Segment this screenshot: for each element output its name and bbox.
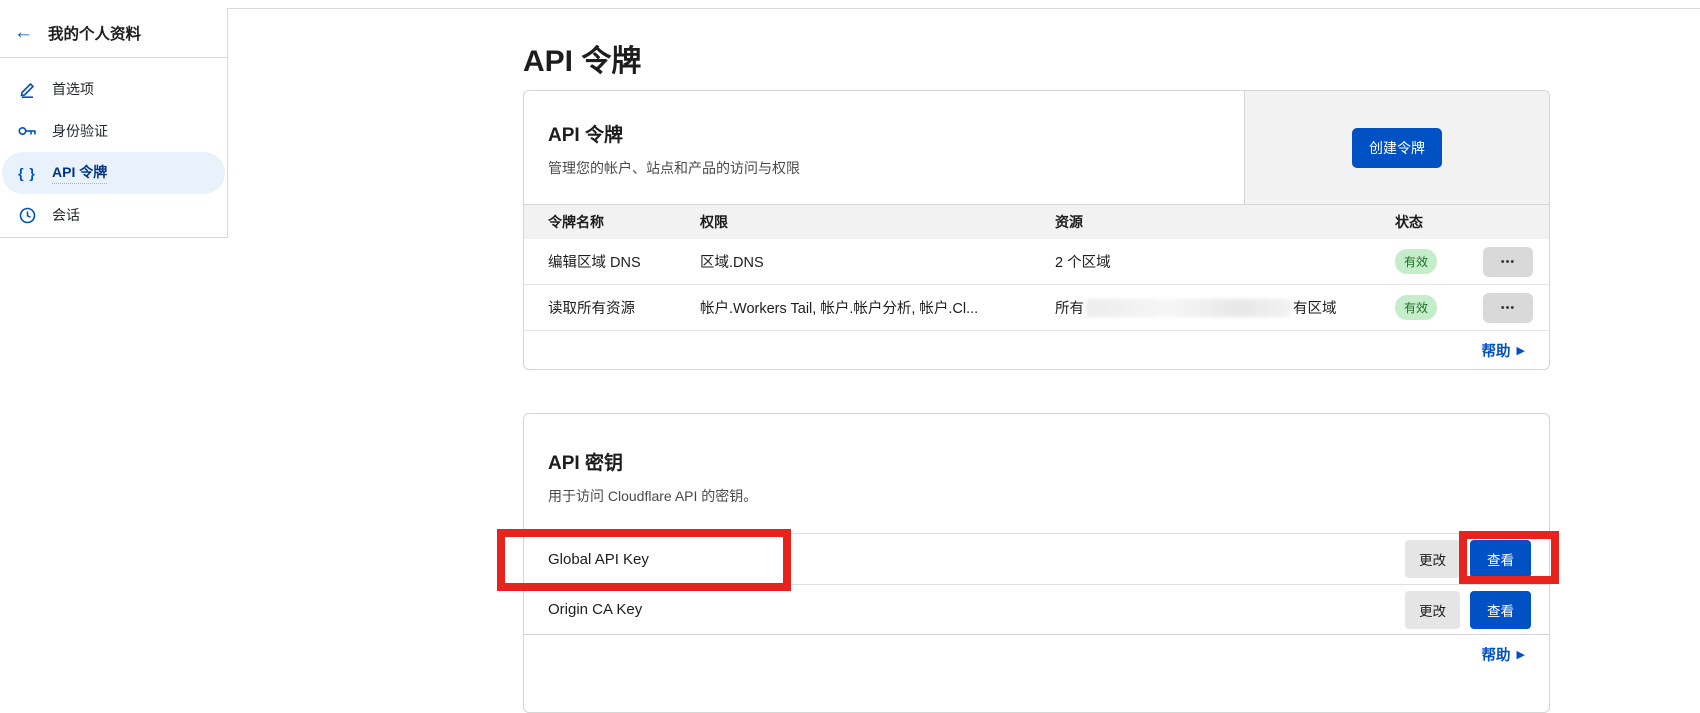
- help-link-label: 帮助: [1482, 644, 1511, 665]
- resources-suffix: 有区域: [1293, 301, 1337, 317]
- column-header-permissions: 权限: [700, 212, 1055, 232]
- column-header-status: 状态: [1395, 212, 1483, 232]
- create-token-button[interactable]: 创建令牌: [1352, 128, 1442, 168]
- key-name-label: Origin CA Key: [548, 601, 642, 618]
- sidebar-item-sessions[interactable]: 会话: [2, 194, 225, 236]
- help-link[interactable]: 帮助 ▶: [1482, 340, 1525, 361]
- redacted-text: [1086, 299, 1291, 317]
- api-tokens-card-header: API 令牌 管理您的帐户、站点和产品的访问与权限 创建令牌: [524, 91, 1549, 204]
- help-arrow-icon: ▶: [1517, 648, 1525, 661]
- clock-icon: [17, 207, 37, 224]
- key-row-global-api-key: Global API Key 更改 查看: [524, 533, 1549, 584]
- help-arrow-icon: ▶: [1517, 344, 1525, 357]
- status-badge: 有效: [1395, 295, 1437, 320]
- braces-icon: { }: [17, 165, 37, 181]
- token-name-cell: 读取所有资源: [548, 297, 700, 318]
- api-keys-card-footer: 帮助 ▶: [524, 635, 1549, 674]
- profile-sidebar: ← 我的个人资料 首选项 身份验证: [0, 8, 228, 238]
- sidebar-item-label: 首选项: [52, 79, 94, 99]
- help-link-label: 帮助: [1482, 340, 1511, 361]
- sidebar-item-preferences[interactable]: 首选项: [2, 68, 225, 110]
- sidebar-item-api-tokens[interactable]: { } API 令牌: [2, 152, 225, 194]
- back-arrow-icon[interactable]: ←: [14, 23, 33, 42]
- token-permissions-cell: 帐户.Workers Tail, 帐户.帐户分析, 帐户.Cl...: [700, 297, 1055, 318]
- api-tokens-card-header-left: API 令牌 管理您的帐户、站点和产品的访问与权限: [524, 91, 1244, 204]
- api-tokens-card: API 令牌 管理您的帐户、站点和产品的访问与权限 创建令牌 令牌名称 权限 资…: [523, 90, 1550, 370]
- api-keys-card: API 密钥 用于访问 Cloudflare API 的密钥。 Global A…: [523, 413, 1550, 713]
- token-table-header: 令牌名称 权限 资源 状态: [524, 204, 1549, 239]
- sidebar-item-authentication[interactable]: 身份验证: [2, 110, 225, 152]
- resources-prefix: 所有: [1055, 301, 1084, 317]
- help-link[interactable]: 帮助 ▶: [1482, 644, 1525, 665]
- token-resources-cell: 所有 有区域: [1055, 297, 1395, 318]
- key-row-origin-ca-key: Origin CA Key 更改 查看: [524, 584, 1549, 635]
- api-tokens-card-footer: 帮助 ▶: [524, 331, 1549, 370]
- table-row: 读取所有资源 帐户.Workers Tail, 帐户.帐户分析, 帐户.Cl..…: [524, 285, 1549, 331]
- status-badge: 有效: [1395, 249, 1437, 274]
- api-tokens-card-description: 管理您的帐户、站点和产品的访问与权限: [548, 158, 1220, 178]
- sidebar-header: ← 我的个人资料: [0, 8, 227, 58]
- pencil-icon: [17, 81, 37, 98]
- token-name-cell: 编辑区域 DNS: [548, 251, 700, 272]
- key-icon: [17, 125, 37, 137]
- sidebar-title: 我的个人资料: [48, 22, 141, 44]
- key-name-label: Global API Key: [548, 551, 649, 568]
- api-tokens-card-title: API 令牌: [548, 120, 1220, 147]
- top-divider: [0, 8, 1700, 9]
- sidebar-item-label: 会话: [52, 205, 80, 225]
- sidebar-item-label: 身份验证: [52, 121, 108, 141]
- column-header-resources: 资源: [1055, 212, 1395, 232]
- token-resources-cell: 2 个区域: [1055, 251, 1395, 272]
- view-key-button[interactable]: 查看: [1470, 540, 1531, 578]
- page-title: API 令牌: [523, 36, 641, 80]
- token-permissions-cell: 区域.DNS: [700, 251, 1055, 272]
- sidebar-item-label: API 令牌: [52, 162, 107, 184]
- change-key-button[interactable]: 更改: [1405, 591, 1460, 629]
- api-keys-card-title: API 密钥: [548, 448, 1525, 475]
- sidebar-nav: 首选项 身份验证 { } API 令牌: [0, 58, 227, 236]
- api-keys-card-header: API 密钥 用于访问 Cloudflare API 的密钥。: [524, 414, 1549, 533]
- api-tokens-card-header-panel: 创建令牌: [1244, 91, 1549, 204]
- column-header-token-name: 令牌名称: [548, 212, 700, 232]
- token-row-menu-button[interactable]: •••: [1483, 293, 1533, 323]
- view-key-button[interactable]: 查看: [1470, 591, 1531, 629]
- api-keys-card-description: 用于访问 Cloudflare API 的密钥。: [548, 486, 1525, 506]
- table-row: 编辑区域 DNS 区域.DNS 2 个区域 有效 •••: [524, 239, 1549, 285]
- token-row-menu-button[interactable]: •••: [1483, 247, 1533, 277]
- change-key-button[interactable]: 更改: [1405, 540, 1460, 578]
